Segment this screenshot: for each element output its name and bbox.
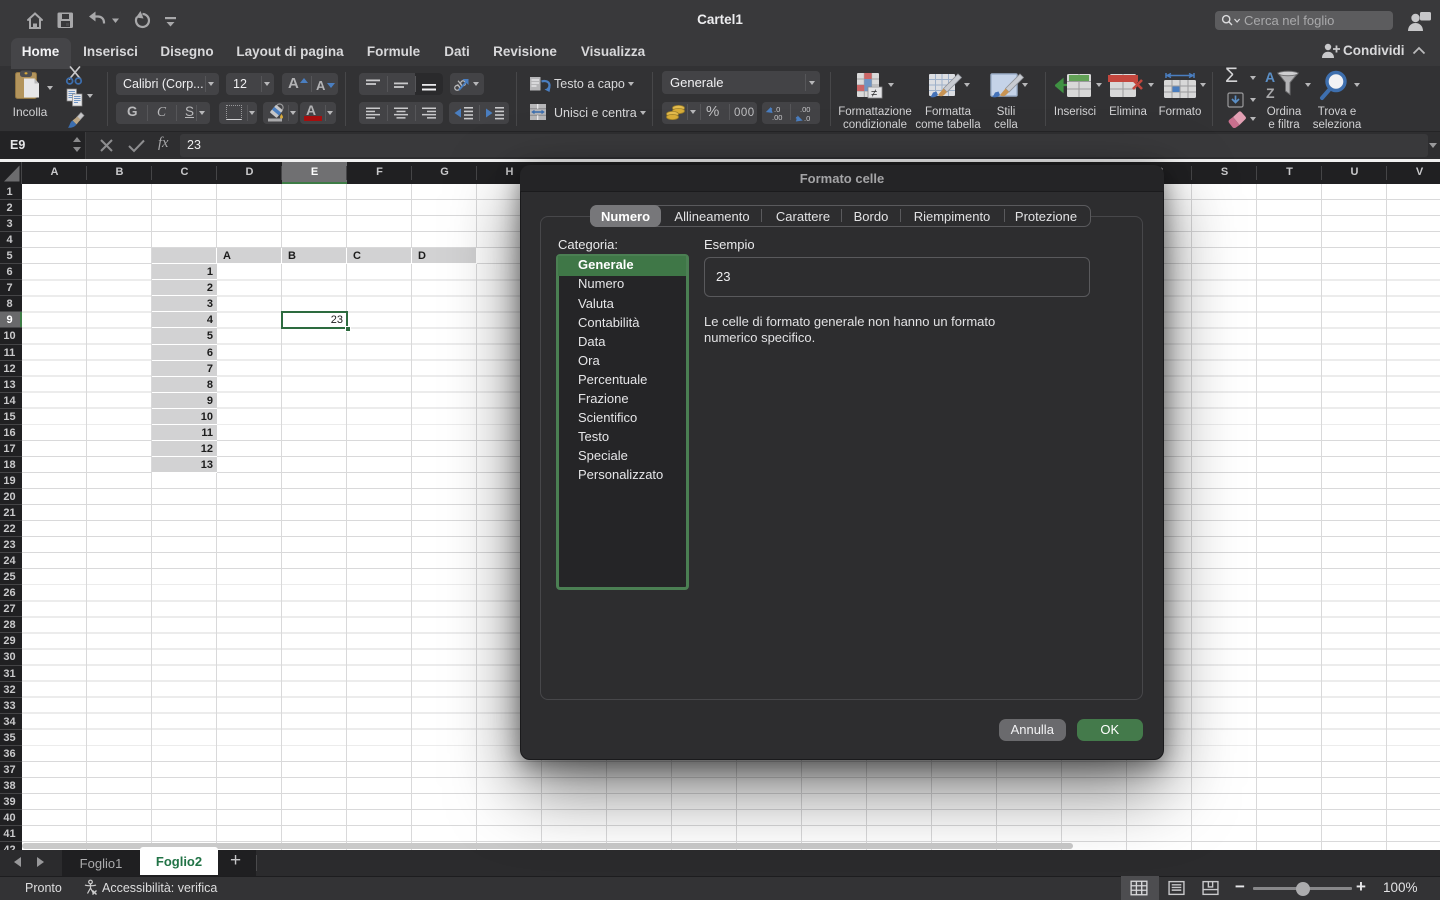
svg-text:.0: .0 <box>804 114 810 122</box>
svg-text:.00: .00 <box>772 113 782 122</box>
svg-text:Z: Z <box>1266 85 1275 100</box>
svg-text:A: A <box>1265 69 1275 85</box>
svg-text:.00: .00 <box>800 105 810 114</box>
svg-text:≠: ≠ <box>871 88 877 100</box>
